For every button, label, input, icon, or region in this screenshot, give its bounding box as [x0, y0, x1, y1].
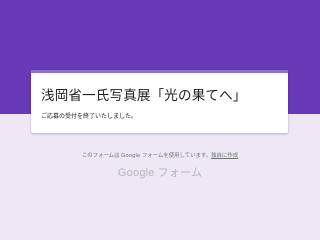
google-forms-logo[interactable]: Google フォーム: [0, 164, 320, 180]
footer-notice-line: このフォームは Google フォームを使用しています。独自に作成: [0, 151, 320, 159]
forms-wordmark: フォーム: [157, 167, 203, 179]
footer-notice: このフォームは Google フォームを使用しています。: [81, 153, 212, 159]
form-card: 浅岡省一氏写真展「光の果てへ」 ご応募の受付を終了いたしました。: [31, 70, 288, 133]
google-wordmark: Google: [117, 167, 155, 179]
closed-message: ご応募の受付を終了いたしました。: [41, 113, 138, 120]
create-own-form-link[interactable]: 独自に作成: [211, 153, 238, 159]
card-accent-bar: [31, 70, 288, 73]
form-title: 浅岡省一氏写真展「光の果てへ」: [41, 88, 247, 104]
